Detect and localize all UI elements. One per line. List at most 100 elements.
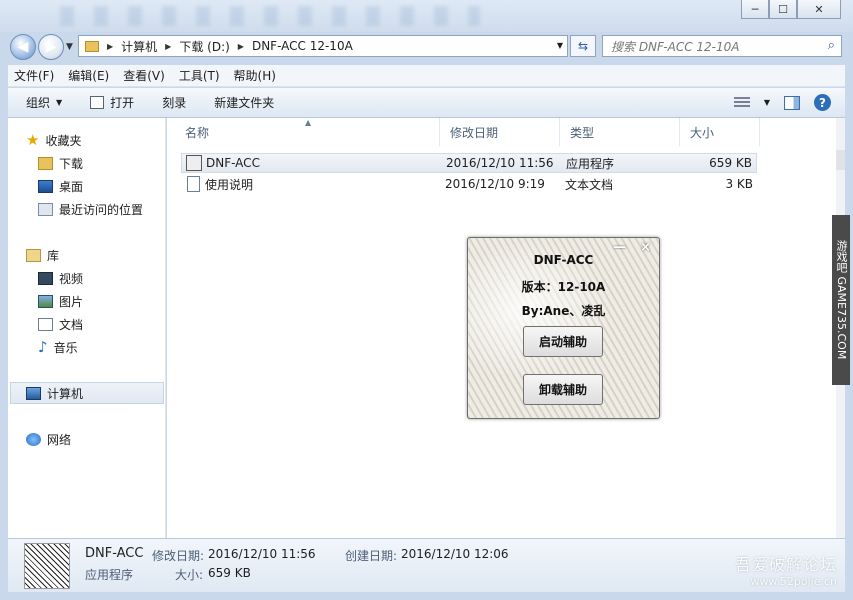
- organize-label: 组织: [26, 96, 51, 110]
- nav-videos-label: 视频: [59, 271, 84, 286]
- nav-documents-label: 文档: [59, 317, 84, 332]
- file-row-readme[interactable]: 使用说明 2016/12/10 9:19 文本文档 3 KB: [181, 174, 757, 194]
- menu-edit[interactable]: 编辑(E): [68, 67, 109, 84]
- nav-downloads-label: 下载: [59, 156, 84, 171]
- chevron-right-icon[interactable]: ▶: [238, 42, 244, 51]
- nav-videos[interactable]: 视频: [38, 268, 83, 288]
- dialog-title: DNF-ACC: [533, 253, 594, 267]
- help-icon[interactable]: ?: [814, 94, 831, 111]
- file-name: DNF-ACC: [206, 156, 260, 170]
- nav-pictures-label: 图片: [59, 294, 84, 309]
- column-size[interactable]: 大小: [680, 118, 760, 146]
- details-type: 应用程序: [85, 568, 134, 582]
- column-modified[interactable]: 修改日期: [440, 118, 560, 146]
- watermark-line2: www.52pojie.cn: [750, 575, 837, 588]
- organize-button[interactable]: 组织 ▼: [26, 94, 62, 111]
- nav-recent[interactable]: 最近访问的位置: [38, 199, 143, 219]
- history-dropdown-icon[interactable]: ▼: [66, 42, 73, 52]
- nav-network-label: 网络: [47, 432, 72, 447]
- star-icon: ★: [26, 130, 40, 149]
- views-dropdown-icon[interactable]: ▼: [764, 98, 770, 107]
- scroll-thumb[interactable]: [836, 150, 845, 170]
- details-size-label: 大小:: [175, 568, 204, 582]
- file-size: 659 KB: [709, 156, 752, 170]
- chevron-right-icon[interactable]: ▶: [165, 42, 171, 51]
- nav-libraries-label: 库: [47, 248, 60, 263]
- details-modified-label: 修改日期:: [152, 549, 205, 563]
- preview-pane-icon[interactable]: [784, 95, 800, 110]
- command-bar: 组织 ▼ 打开 刻录 新建文件夹 ▼ ?: [8, 88, 845, 118]
- nav-pictures[interactable]: 图片: [38, 291, 83, 311]
- file-type: 文本文档: [565, 177, 614, 192]
- library-icon: [26, 248, 41, 262]
- nav-downloads[interactable]: 下载: [38, 153, 83, 173]
- text-document-icon: [187, 176, 200, 192]
- burn-button[interactable]: 刻录: [162, 94, 186, 111]
- file-modified: 2016/12/10 9:19: [445, 177, 545, 191]
- computer-icon: [26, 386, 41, 400]
- breadcrumb-computer[interactable]: 计算机: [121, 38, 157, 55]
- details-created-value: 2016/12/10 12:06: [401, 547, 509, 561]
- menu-tools[interactable]: 工具(T): [179, 67, 220, 84]
- nav-computer-label: 计算机: [47, 386, 84, 401]
- back-arrow-icon: ◀: [17, 39, 29, 55]
- nav-desktop[interactable]: 桌面: [38, 176, 83, 196]
- views-icon[interactable]: [733, 96, 750, 109]
- file-type: 应用程序: [566, 156, 615, 171]
- start-assist-button[interactable]: 启动辅助: [523, 326, 603, 357]
- nav-favorites[interactable]: ★ 收藏夹: [26, 130, 81, 150]
- menu-help[interactable]: 帮助(H): [234, 67, 276, 84]
- chevron-right-icon[interactable]: ▶: [107, 42, 113, 51]
- desktop-icon: [38, 179, 53, 193]
- minimize-button[interactable]: ─: [741, 0, 769, 19]
- video-icon: [38, 271, 53, 285]
- file-thumbnail: [24, 543, 70, 589]
- refresh-icon: ⇆: [577, 39, 589, 53]
- application-icon: [186, 155, 202, 171]
- refresh-button[interactable]: ⇆: [570, 35, 596, 57]
- nav-libraries[interactable]: 库: [26, 245, 59, 265]
- back-button[interactable]: ◀: [10, 34, 36, 60]
- nav-recent-label: 最近访问的位置: [59, 202, 144, 217]
- column-size-label: 大小: [690, 125, 715, 140]
- menu-bar: 文件(F) 编辑(E) 查看(V) 工具(T) 帮助(H): [8, 65, 845, 87]
- search-icon[interactable]: ⌕: [828, 38, 835, 53]
- menu-file[interactable]: 文件(F): [14, 67, 54, 84]
- forward-button[interactable]: ▶: [38, 34, 64, 60]
- chevron-down-icon: ▼: [56, 98, 63, 107]
- nav-network[interactable]: 网络: [26, 429, 71, 449]
- nav-documents[interactable]: 文档: [38, 314, 83, 334]
- side-banner: 游戏吧 GAME735.COM: [832, 215, 850, 385]
- dnf-acc-dialog: — × DNF-ACC 版本：12-10A By:Ane、凌乱 启动辅助 卸载辅…: [467, 237, 660, 419]
- close-button[interactable]: ✕: [797, 0, 841, 19]
- column-type[interactable]: 类型: [560, 118, 680, 146]
- dialog-author: By:Ane、凌乱: [521, 304, 606, 318]
- nav-music[interactable]: ♪ 音乐: [38, 337, 78, 357]
- details-pane: DNF-ACC 修改日期: 2016/12/10 11:56 创建日期: 201…: [8, 538, 845, 592]
- nav-favorites-label: 收藏夹: [45, 133, 82, 148]
- network-icon: [26, 432, 41, 446]
- address-dropdown-icon[interactable]: ▼: [557, 41, 563, 50]
- breadcrumb-folder[interactable]: DNF-ACC 12-10A: [252, 39, 353, 53]
- navigation-pane: ★ 收藏夹 下载 桌面 最近访问的位置 库 视频 图片 文档 ♪ 音乐 计算机 …: [8, 118, 166, 538]
- new-folder-label: 新建文件夹: [214, 96, 275, 110]
- search-input[interactable]: 搜索 DNF-ACC 12-10A ⌕: [602, 35, 842, 57]
- downloads-folder-icon: [38, 156, 53, 170]
- recent-places-icon: [38, 202, 53, 216]
- nav-computer[interactable]: 计算机: [26, 383, 83, 403]
- open-button[interactable]: 打开: [90, 94, 134, 111]
- uninstall-assist-button[interactable]: 卸载辅助: [523, 374, 603, 405]
- maximize-button[interactable]: ☐: [769, 0, 797, 19]
- window-controls: ─ ☐ ✕: [741, 0, 841, 19]
- music-icon: ♪: [38, 337, 48, 356]
- new-folder-button[interactable]: 新建文件夹: [214, 94, 274, 111]
- address-bar[interactable]: ▶ 计算机 ▶ 下载 (D:) ▶ DNF-ACC 12-10A ▼: [78, 35, 568, 57]
- breadcrumb-drive[interactable]: 下载 (D:): [179, 38, 229, 55]
- column-name-label: 名称: [185, 125, 210, 140]
- column-modified-label: 修改日期: [450, 125, 499, 140]
- column-name[interactable]: 名称: [175, 118, 440, 146]
- details-modified-value: 2016/12/10 11:56: [208, 547, 316, 561]
- menu-view[interactable]: 查看(V): [123, 67, 165, 84]
- background-blur: [60, 6, 480, 26]
- file-row-dnf-acc[interactable]: DNF-ACC 2016/12/10 11:56 应用程序 659 KB: [181, 153, 757, 173]
